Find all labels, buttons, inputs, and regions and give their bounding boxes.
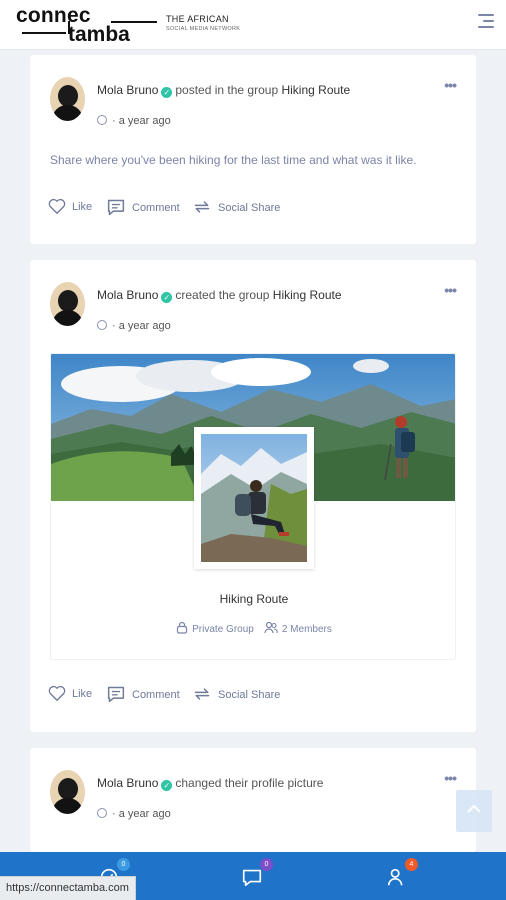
- verified-check-icon: ✓: [161, 292, 173, 303]
- social-share-button[interactable]: Social Share: [192, 685, 280, 703]
- feed-post: Mola Bruno ✓ posted in the group Hiking Ro…: [30, 55, 476, 244]
- post-action-text: created the group: [175, 288, 270, 302]
- author-name[interactable]: Mola Bruno: [97, 83, 158, 97]
- comment-icon: [107, 199, 125, 216]
- heart-icon: [48, 198, 66, 214]
- heart-icon: [48, 685, 66, 701]
- group-avatar-frame: [194, 427, 314, 569]
- public-globe-icon: [97, 320, 107, 330]
- friend-requests-icon: [387, 868, 403, 886]
- post-header: Mola Bruno ✓ changed their profile picture: [97, 776, 323, 791]
- post-options-icon[interactable]: •••: [444, 770, 457, 786]
- group-stats: Private Group 2 Members: [51, 621, 455, 637]
- tagline-sub: SOCIAL MEDIA NETWORK: [166, 26, 241, 32]
- like-label: Like: [72, 688, 93, 700]
- post-options-icon[interactable]: •••: [444, 77, 457, 93]
- avatar[interactable]: [50, 282, 85, 326]
- post-text: Share where you've been hiking for the l…: [50, 153, 417, 167]
- public-globe-icon: [97, 808, 107, 818]
- logo-line: [111, 21, 157, 23]
- meta-separator: ·: [112, 115, 116, 127]
- friend-requests-badge: 4: [405, 858, 418, 871]
- group-preview-card[interactable]: Hiking Route Private Group 2 Members: [50, 353, 456, 660]
- nav-friend-requests[interactable]: 4: [386, 858, 418, 890]
- logo-text-line2: tamba: [68, 23, 130, 46]
- lock-icon: [176, 621, 188, 637]
- messages-icon: [242, 869, 262, 887]
- group-name[interactable]: Hiking Route: [51, 592, 455, 606]
- messages-badge: 0: [260, 858, 273, 871]
- avatar[interactable]: [50, 77, 85, 121]
- public-globe-icon: [97, 115, 107, 125]
- post-header: Mola Bruno ✓ created the group Hiking Rout…: [97, 288, 342, 303]
- post-time[interactable]: a year ago: [119, 320, 171, 332]
- nav-messages[interactable]: 0: [241, 858, 273, 890]
- post-meta: · a year ago: [97, 320, 171, 332]
- post-meta: · a year ago: [97, 808, 171, 820]
- members-icon: [264, 621, 278, 637]
- post-options-icon[interactable]: •••: [444, 282, 457, 298]
- hamburger-menu-icon[interactable]: [478, 14, 494, 32]
- author-name[interactable]: Mola Bruno: [97, 288, 158, 302]
- group-avatar-image: [201, 434, 307, 562]
- post-meta: · a year ago: [97, 115, 171, 127]
- comment-button[interactable]: Comment: [106, 198, 180, 216]
- post-time[interactable]: a year ago: [119, 115, 171, 127]
- like-button[interactable]: Like: [48, 198, 92, 215]
- logo-line: [22, 32, 66, 34]
- comment-label: Comment: [132, 202, 180, 214]
- post-time[interactable]: a year ago: [119, 808, 171, 820]
- share-label: Social Share: [218, 202, 281, 214]
- notifications-badge: 0: [117, 858, 130, 871]
- verified-check-icon: ✓: [161, 87, 173, 98]
- chevron-up-icon: [467, 804, 481, 813]
- avatar[interactable]: [50, 770, 85, 814]
- like-button[interactable]: Like: [48, 685, 92, 702]
- feed-post: Mola Bruno ✓ created the group Hiking Rout…: [30, 260, 476, 732]
- group-members[interactable]: 2 Members: [282, 624, 332, 635]
- share-icon: [194, 688, 210, 700]
- comment-button[interactable]: Comment: [106, 685, 180, 703]
- post-header: Mola Bruno ✓ posted in the group Hiking Ro…: [97, 83, 350, 98]
- tagline-main: THE AFRICAN: [166, 14, 229, 24]
- feed-post: Mola Bruno ✓ changed their profile picture…: [30, 748, 476, 852]
- verified-check-icon: ✓: [161, 780, 173, 791]
- status-url-bar: https://connectamba.com: [0, 876, 136, 900]
- site-tagline: THE AFRICAN SOCIAL MEDIA NETWORK: [166, 14, 240, 32]
- share-label: Social Share: [218, 689, 281, 701]
- share-icon: [194, 201, 210, 213]
- logo-line: [68, 21, 70, 34]
- site-logo[interactable]: connec tamba: [16, 4, 157, 46]
- meta-separator: ·: [112, 320, 116, 332]
- group-link[interactable]: Hiking Route: [273, 288, 342, 302]
- group-link[interactable]: Hiking Route: [281, 83, 350, 97]
- comment-icon: [107, 686, 125, 703]
- social-share-button[interactable]: Social Share: [192, 198, 280, 216]
- author-name[interactable]: Mola Bruno: [97, 776, 158, 790]
- top-header: connec tamba THE AFRICAN SOCIAL MEDIA NE…: [0, 0, 506, 50]
- post-action-text: posted in the group: [175, 83, 279, 97]
- post-action-text: changed their profile picture: [175, 776, 324, 790]
- comment-label: Comment: [132, 689, 180, 701]
- meta-separator: ·: [112, 808, 116, 820]
- group-privacy: Private Group: [192, 624, 254, 635]
- scroll-to-top-button[interactable]: [456, 790, 492, 832]
- like-label: Like: [72, 201, 93, 213]
